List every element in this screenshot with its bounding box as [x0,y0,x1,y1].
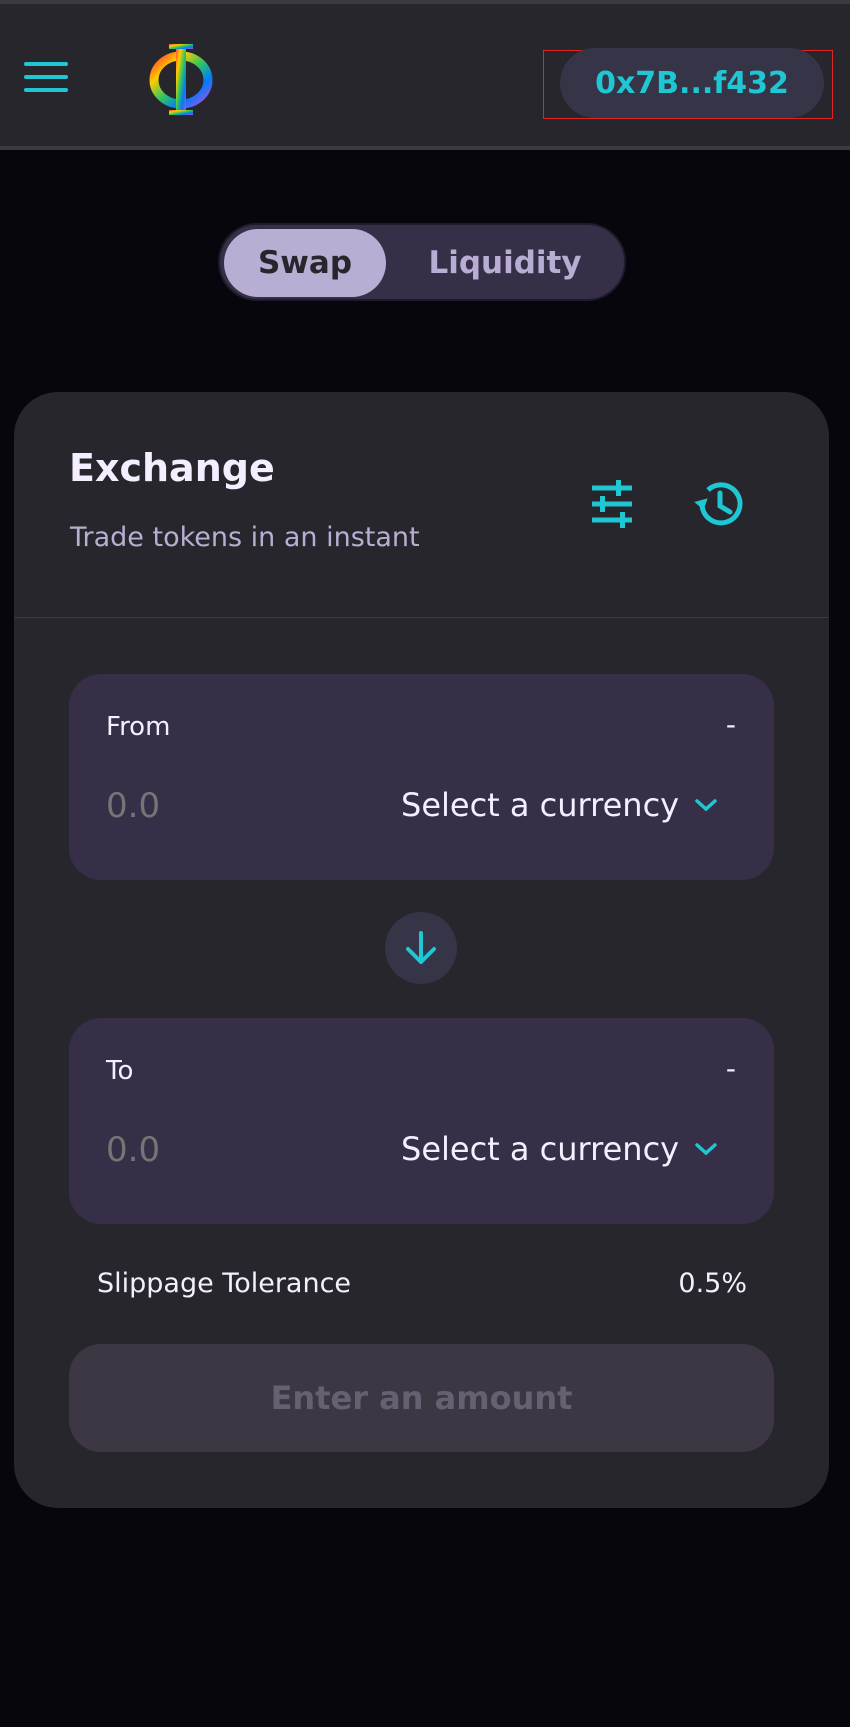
to-currency-select[interactable]: Select a currency [401,1126,719,1172]
to-currency-label: Select a currency [401,1130,680,1168]
chevron-down-icon [695,799,717,812]
enter-amount-button[interactable]: Enter an amount [69,1344,774,1452]
arrow-down-icon [406,931,436,964]
top-navigation-bar: 0x7B...f432 [0,0,850,150]
to-input-panel: To - Select a currency [69,1018,774,1224]
to-label: To [106,1056,134,1086]
slippage-tolerance-label: Slippage Tolerance [97,1268,352,1299]
switch-direction-button[interactable] [385,912,457,984]
exchange-card: Exchange Trade tokens in an instant From… [14,392,829,1508]
swap-liquidity-toggle: Swap Liquidity [218,223,626,301]
from-amount-input[interactable] [106,786,366,826]
to-balance: - [725,1052,736,1085]
slippage-tolerance-value: 0.5% [678,1268,747,1299]
exchange-card-header: Exchange Trade tokens in an instant [14,392,829,618]
tab-liquidity[interactable]: Liquidity [388,229,622,297]
tab-swap[interactable]: Swap [224,229,386,297]
wallet-address-button[interactable]: 0x7B...f432 [560,48,824,118]
from-currency-select[interactable]: Select a currency [401,782,719,828]
from-currency-label: Select a currency [401,786,680,824]
hamburger-menu-icon[interactable] [24,62,68,96]
to-amount-input[interactable] [106,1130,366,1170]
from-input-panel: From - Select a currency [69,674,774,880]
exchange-subtitle: Trade tokens in an instant [70,522,420,553]
exchange-title: Exchange [69,446,275,490]
settings-sliders-icon[interactable] [584,476,640,532]
history-clock-icon[interactable] [691,476,747,532]
from-balance: - [725,708,736,741]
phi-logo-icon[interactable] [148,42,218,118]
from-label: From [106,712,171,742]
chevron-down-icon [695,1143,717,1156]
